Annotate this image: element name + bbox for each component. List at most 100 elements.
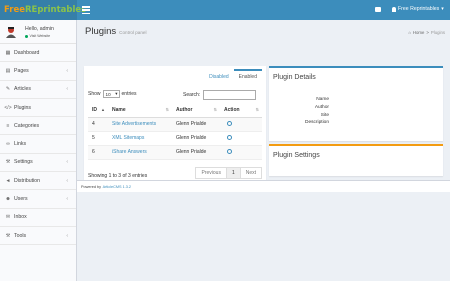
plugin-details-fields: Name Author Site Description [269, 96, 329, 127]
dashboard-icon: ▦ [5, 49, 11, 56]
breadcrumb-home[interactable]: Home [413, 30, 424, 35]
disable-icon[interactable] [227, 148, 232, 154]
user-greeting: Hello, admin [25, 26, 54, 32]
table-info: Showing 1 to 3 of 3 entries [88, 173, 148, 179]
detail-label: Site [320, 112, 329, 118]
breadcrumb: ⌂ Home > Plugins [408, 30, 445, 35]
powered-by-text: Powered by [81, 184, 102, 189]
envelope-icon: ✉ [5, 214, 11, 221]
chevron-left-icon: ‹ [66, 67, 68, 74]
page-title-text: Plugins [85, 26, 117, 37]
sidebar-item-label: Distribution [14, 177, 40, 184]
column-header-action[interactable]: Action ⇅ [220, 104, 262, 118]
chevron-left-icon: ‹ [66, 177, 68, 184]
previous-button[interactable]: Previous [195, 167, 227, 179]
detail-label: Description [305, 120, 329, 126]
chevron-left-icon: ‹ [66, 232, 68, 239]
product-version-link[interactable]: ArticleCMS 1.3.2 [103, 185, 132, 189]
disable-icon[interactable] [227, 120, 232, 126]
detail-label: Author [314, 104, 329, 110]
sidebar-item-label: Users [14, 196, 28, 203]
column-header-author[interactable]: Author ⇅ [172, 104, 220, 118]
row-action [220, 145, 262, 160]
users-icon: ☻ [5, 196, 11, 203]
search-input[interactable] [203, 90, 257, 100]
sort-asc-icon: ▲ [101, 107, 105, 113]
top-navbar: Free REprintables Free Reprintables ▾ [0, 0, 450, 20]
sidebar-item-tools[interactable]: ⚒ Tools ‹ [0, 227, 76, 246]
sidebar-item-label: Inbox [14, 214, 27, 221]
mail-icon[interactable] [375, 7, 381, 12]
sidebar-item-categories[interactable]: ≡ Categories [0, 117, 76, 136]
bullhorn-icon: ◄ [5, 177, 11, 184]
plugins-list-box: Disabled Enabled Show 10 entries Search:… [84, 66, 266, 186]
sidebar-item-inbox[interactable]: ✉ Inbox [0, 209, 76, 227]
page-subtitle: Control panel [119, 30, 147, 35]
row-author: Glenn Prialde [172, 117, 220, 132]
stack-icon: ≡ [6, 122, 10, 129]
user-menu[interactable]: Free Reprintables ▾ [392, 6, 444, 12]
row-name[interactable]: Site Advertisements [108, 117, 172, 132]
entries-select[interactable]: 10 [102, 90, 120, 98]
wrench-icon: ⚒ [5, 159, 11, 166]
menu-toggle-icon[interactable] [82, 6, 90, 14]
row-author: Glenn Prialde [172, 131, 220, 146]
row-action [220, 117, 262, 132]
link-icon: ∞ [6, 141, 10, 148]
sidebar-item-distribution[interactable]: ◄ Distribution ‹ [0, 172, 76, 191]
user-panel: Hello, admin Visit Website [0, 20, 76, 44]
logo[interactable]: Free REprintables [0, 0, 86, 20]
row-id: 6 [88, 145, 108, 160]
tab-enabled[interactable]: Enabled [233, 69, 262, 83]
row-name[interactable]: iShare Answers [108, 145, 172, 160]
sidebar-item-label: Categories [14, 122, 40, 129]
sidebar-item-label: Articles [14, 86, 32, 93]
user-icon [392, 6, 396, 12]
sort-icon: ⇅ [213, 107, 217, 113]
table-search: Search: [183, 90, 257, 100]
chevron-left-icon: ‹ [66, 159, 68, 166]
visit-website-link[interactable]: Visit Website [25, 34, 50, 38]
sidebar-item-users[interactable]: ☻ Users ‹ [0, 190, 76, 209]
chevron-left-icon: ‹ [66, 196, 68, 203]
detail-label: Name [316, 97, 329, 102]
disable-icon[interactable] [227, 134, 232, 140]
sort-icon: ⇅ [255, 107, 259, 113]
sidebar-item-settings[interactable]: ⚒ Settings ‹ [0, 154, 76, 173]
online-dot-icon [25, 34, 28, 38]
plugin-details-title: Plugin Details [273, 74, 316, 81]
plugins-table: ID ▲ Name ⇅ Author ⇅ Action ⇅ 4 Site Advertis… [88, 104, 262, 160]
user-menu-label: Free Reprintables [398, 6, 440, 12]
tab-disabled[interactable]: Disabled [204, 69, 233, 83]
column-header-id[interactable]: ID ▲ [88, 104, 108, 118]
sidebar-item-links[interactable]: ∞ Links [0, 135, 76, 154]
footer: Powered by ArticleCMS 1.3.2 [77, 180, 450, 192]
home-icon: ⌂ [408, 30, 411, 35]
wrench-icon: ⚒ [5, 232, 11, 239]
sidebar-item-label: Plugins [14, 104, 32, 111]
logo-prefix: Free [4, 5, 25, 15]
search-label: Search: [183, 92, 201, 98]
sidebar-item-plugins[interactable]: </> Plugins [0, 99, 76, 118]
breadcrumb-separator: > [426, 30, 429, 35]
row-name[interactable]: XML Sitemaps [108, 131, 172, 146]
page-1-button[interactable]: 1 [225, 167, 241, 179]
column-header-name[interactable]: Name ⇅ [108, 104, 172, 118]
page-title: Plugins Control panel [85, 26, 147, 37]
sidebar: Hello, admin Visit Website ▦ Dashboard ▤ Pa… [0, 20, 77, 281]
plugin-details-box: Plugin Details Name Author Site Description [269, 66, 443, 141]
sidebar-item-dashboard[interactable]: ▦ Dashboard [0, 44, 76, 63]
sidebar-item-label: Dashboard [14, 49, 40, 56]
sidebar-menu: ▦ Dashboard ▤ Pages ‹ ✎ Articles ‹ </> Plugins ≡ Ca… [0, 44, 76, 246]
main-content: Plugins Control panel ⌂ Home > Plugins Di… [77, 20, 450, 281]
table-row: 4 Site Advertisements Glenn Prialde [88, 117, 262, 132]
next-button[interactable]: Next [239, 167, 262, 179]
entries-label: entries [121, 91, 137, 97]
sidebar-item-articles[interactable]: ✎ Articles ‹ [0, 81, 76, 99]
logo-main: REprintables [24, 5, 87, 15]
row-id: 4 [88, 117, 108, 132]
plugin-settings-box: Plugin Settings [269, 144, 443, 176]
chevron-left-icon: ‹ [66, 86, 68, 93]
sidebar-item-label: Pages [14, 67, 29, 74]
sidebar-item-pages[interactable]: ▤ Pages ‹ [0, 62, 76, 81]
